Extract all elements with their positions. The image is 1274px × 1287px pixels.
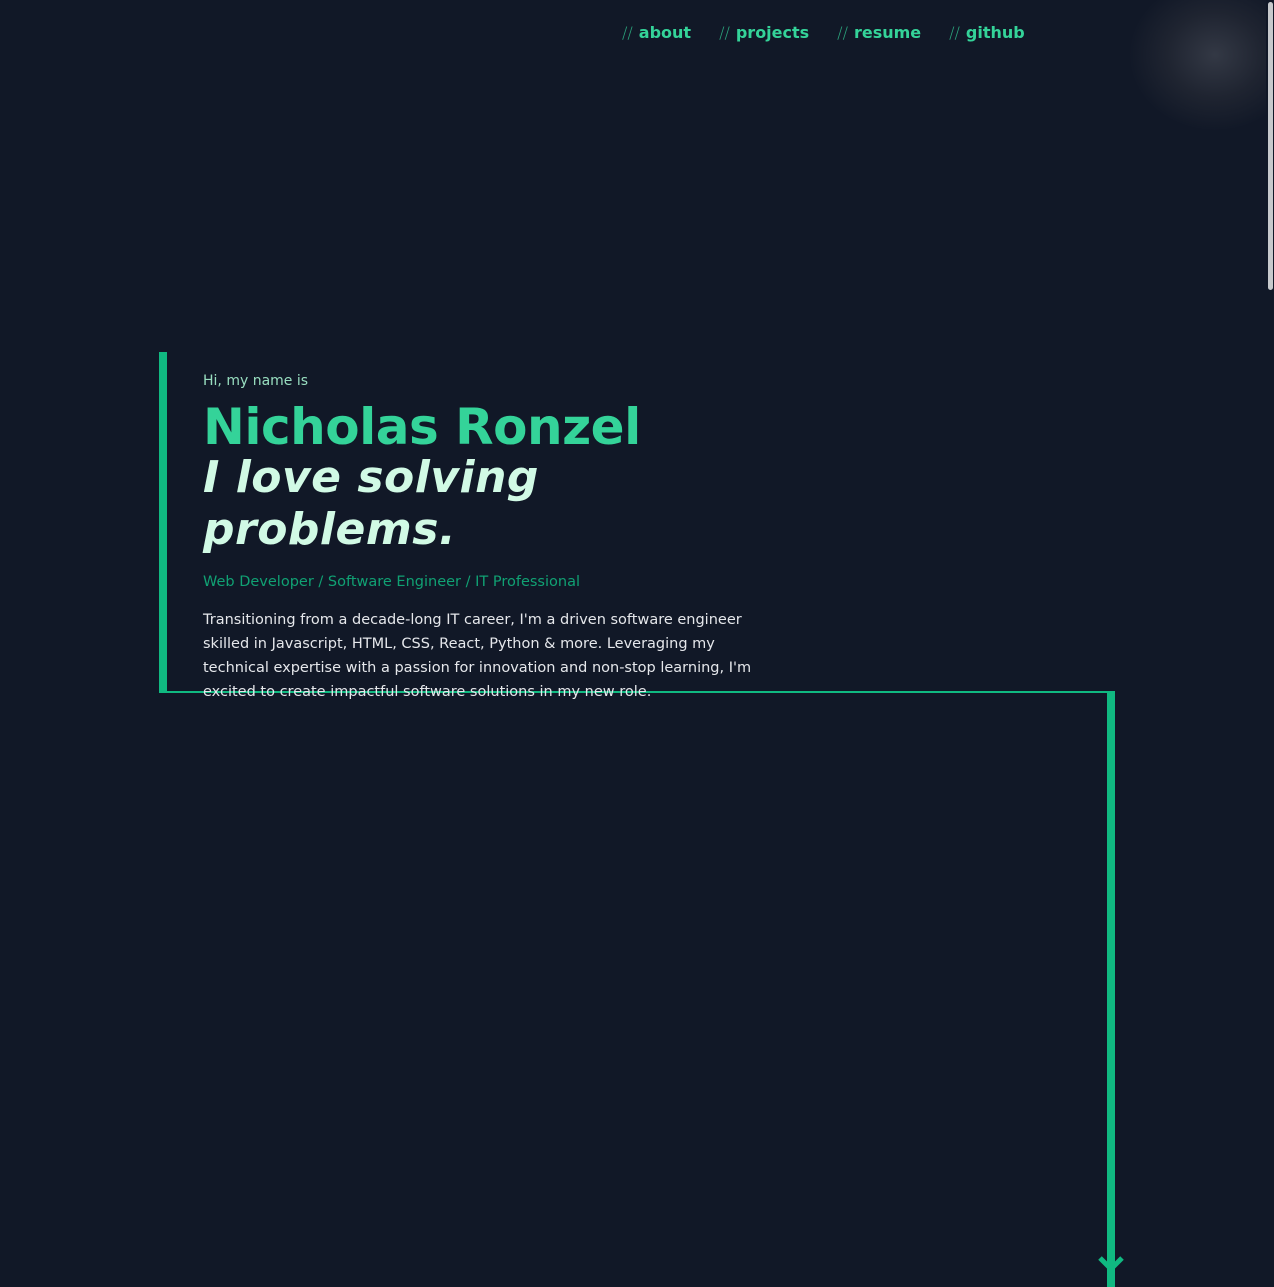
- page: // about // projects // resume // github…: [0, 0, 1274, 1287]
- hero-bio: Transitioning from a decade-long IT care…: [203, 612, 752, 700]
- nav-separator: //: [949, 22, 960, 42]
- top-nav: // about // projects // resume // github: [622, 20, 1025, 44]
- nav-label-about: about: [638, 22, 692, 42]
- chevron-down-icon[interactable]: [1097, 1254, 1125, 1287]
- background-glow: [1130, 0, 1274, 130]
- nav-separator: //: [719, 22, 730, 42]
- hero-tagline: I love solving problems.: [203, 452, 539, 555]
- hero-section: Hi, my name is Nicholas Ronzel I love so…: [203, 370, 783, 704]
- nav-separator: //: [837, 22, 848, 42]
- nav-item-github[interactable]: // github: [949, 23, 1025, 42]
- nav-label-projects: projects: [735, 22, 810, 42]
- page-scrollbar[interactable]: [1266, 0, 1274, 1287]
- scrollbar-thumb[interactable]: [1268, 2, 1273, 290]
- hero-name: Nicholas Ronzel: [203, 398, 641, 456]
- nav-label-github: github: [965, 22, 1025, 42]
- nav-label-resume: resume: [853, 22, 922, 42]
- nav-item-resume[interactable]: // resume: [837, 23, 921, 42]
- hero-greeting: Hi, my name is: [203, 373, 309, 389]
- scroll-guide-line: [1107, 691, 1115, 1287]
- nav-separator: //: [622, 22, 633, 42]
- nav-item-projects[interactable]: // projects: [719, 23, 809, 42]
- hero-left-border: [159, 352, 167, 693]
- hero-roles: Web Developer / Software Engineer / IT P…: [203, 574, 580, 590]
- nav-item-about[interactable]: // about: [622, 23, 691, 42]
